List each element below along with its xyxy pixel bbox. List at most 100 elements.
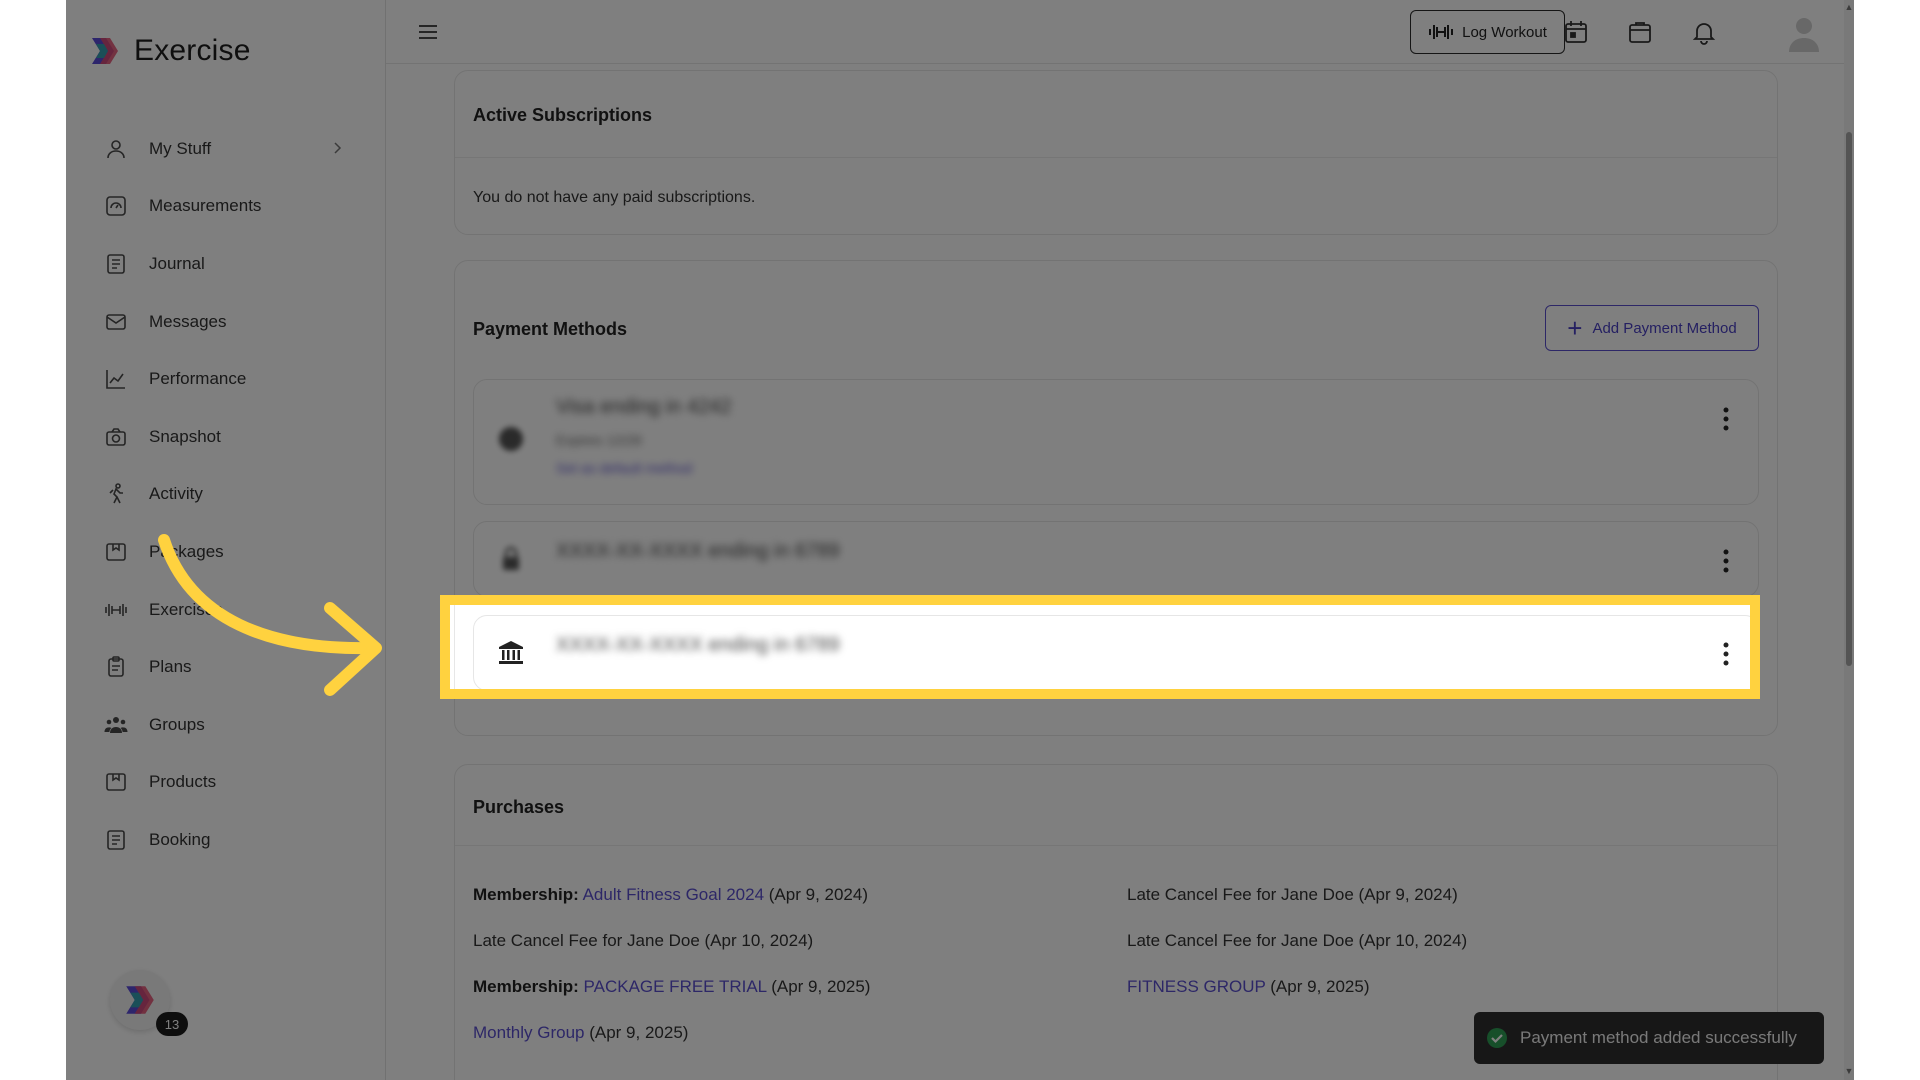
product-icon	[104, 770, 128, 794]
sidebar-item-activity[interactable]: Activity	[66, 466, 386, 524]
sidebar: Exercise My Stuff Measurements Journal M…	[66, 0, 386, 1080]
payment-method-item-new[interactable]: XXXX-XX-XXXX ending in 6789	[473, 615, 1759, 691]
add-payment-method-label: Add Payment Method	[1592, 319, 1737, 337]
group-icon	[104, 713, 128, 737]
camera-icon	[104, 425, 128, 449]
sidebar-item-label: Packages	[149, 541, 224, 561]
purchase-row: FITNESS GROUP (Apr 9, 2025)	[1127, 977, 1370, 997]
main-content: Active Subscriptions You do not have any…	[386, 64, 1846, 1080]
sidebar-item-packages[interactable]: Packages	[66, 523, 386, 581]
package-icon	[104, 540, 128, 564]
sidebar-item-label: Plans	[149, 657, 192, 677]
purchase-date: (Apr 9, 2025)	[766, 977, 871, 996]
payment-method-expiry: Expires 12/28	[556, 432, 642, 448]
sidebar-item-performance[interactable]: Performance	[66, 350, 386, 408]
purchase-prefix: Membership:	[473, 977, 579, 996]
dumbbell-icon	[1429, 25, 1454, 39]
mail-icon	[104, 310, 128, 334]
page-scrollbar[interactable]: ▲ ▼	[1844, 0, 1854, 1080]
card-title: Purchases	[473, 797, 565, 817]
active-subscriptions-card: Active Subscriptions You do not have any…	[454, 70, 1778, 235]
sidebar-item-products[interactable]: Products	[66, 754, 386, 812]
payment-methods-card: Payment Methods + Add Payment Method Vis…	[454, 260, 1778, 736]
purchase-date: (Apr 9, 2025)	[584, 1023, 689, 1042]
empty-subscriptions-text: You do not have any paid subscriptions.	[473, 189, 756, 206]
user-avatar-icon[interactable]	[1784, 12, 1824, 52]
payment-method-title: Visa ending in 4242	[556, 396, 732, 418]
store-bag-icon[interactable]	[1627, 19, 1653, 45]
payment-method-item[interactable]: XXXX-XX-XXXX ending in 6789	[473, 521, 1759, 597]
chart-icon	[104, 367, 128, 391]
sidebar-item-label: Activity	[149, 484, 203, 504]
sidebar-item-label: Measurements	[149, 196, 262, 216]
sidebar-item-groups[interactable]: Groups	[66, 696, 386, 754]
chevron-right-icon	[330, 141, 344, 155]
purchase-prefix: Membership:	[473, 885, 579, 904]
card-title: Active Subscriptions	[473, 105, 653, 125]
sidebar-item-label: My Stuff	[149, 138, 212, 158]
payment-method-item[interactable]: Visa ending in 4242 Expires 12/28 Set as…	[473, 379, 1759, 505]
sidebar-item-label: Groups	[149, 714, 205, 734]
sidebar-item-snapshot[interactable]: Snapshot	[66, 408, 386, 466]
sidebar-item-messages[interactable]: Messages	[66, 293, 386, 351]
purchase-row: Late Cancel Fee for Jane Doe (Apr 10, 20…	[473, 931, 813, 951]
clipboard-icon	[104, 655, 128, 679]
log-workout-button[interactable]: Log Workout	[1410, 10, 1565, 54]
purchase-text: Late Cancel Fee for Jane Doe (Apr 10, 20…	[473, 931, 814, 950]
sidebar-item-journal[interactable]: Journal	[66, 235, 386, 293]
app-window: Exercise My Stuff Measurements Journal M…	[66, 0, 1854, 1080]
sidebar-item-label: Messages	[149, 311, 227, 331]
brand[interactable]: Exercise	[88, 34, 251, 68]
booking-icon	[104, 828, 128, 852]
sidebar-item-booking[interactable]: Booking	[66, 811, 386, 869]
purchase-row: Membership: PACKAGE FREE TRIAL (Apr 9, 2…	[473, 977, 870, 997]
add-payment-method-button[interactable]: + Add Payment Method	[1545, 305, 1759, 351]
log-workout-label: Log Workout	[1462, 23, 1547, 41]
brand-logo-icon	[126, 986, 154, 1014]
sidebar-item-label: Exercises	[149, 599, 223, 619]
sidebar-item-exercises[interactable]: Exercises	[66, 581, 386, 639]
calendar-icon[interactable]	[1563, 19, 1589, 45]
scrollbar-thumb[interactable]	[1846, 132, 1852, 666]
sidebar-item-plans[interactable]: Plans	[66, 638, 386, 696]
sidebar-item-measurements[interactable]: Measurements	[66, 178, 386, 236]
purchase-row: Monthly Group (Apr 9, 2025)	[473, 1023, 688, 1043]
sidebar-nav: My Stuff Measurements Journal Messages P…	[66, 120, 386, 869]
purchase-text: Late Cancel Fee for Jane Doe (Apr 10, 20…	[1127, 931, 1468, 950]
plus-icon: +	[1567, 313, 1583, 343]
sidebar-item-label: Journal	[149, 253, 205, 273]
check-circle-icon	[1487, 1028, 1507, 1048]
purchase-link[interactable]: Adult Fitness Goal 2024	[583, 885, 764, 904]
sidebar-item-my-stuff[interactable]: My Stuff	[66, 120, 386, 178]
purchase-row: Late Cancel Fee for Jane Doe (Apr 9, 202…	[1127, 885, 1458, 905]
lock-icon	[496, 544, 526, 574]
brand-logo-icon	[92, 38, 118, 64]
purchase-link[interactable]: Monthly Group	[473, 1023, 585, 1042]
purchase-row: Late Cancel Fee for Jane Doe (Apr 10, 20…	[1127, 931, 1467, 951]
notification-count-badge: 13	[156, 1012, 188, 1036]
more-options-icon[interactable]	[1722, 406, 1730, 432]
toast-message: Payment method added successfully	[1520, 1028, 1797, 1047]
purchase-row: Membership: Adult Fitness Goal 2024 (Apr…	[473, 885, 868, 905]
payment-method-title: XXXX-XX-XXXX ending in 6789	[556, 540, 840, 562]
journal-icon	[104, 252, 128, 276]
hamburger-menu-icon[interactable]	[416, 20, 440, 44]
purchase-link[interactable]: PACKAGE FREE TRIAL	[584, 977, 767, 996]
scroll-up-arrow-icon[interactable]: ▲	[1844, 2, 1854, 12]
purchase-text: Late Cancel Fee for Jane Doe (Apr 9, 202…	[1127, 885, 1458, 904]
sidebar-item-label: Products	[149, 772, 217, 792]
bank-icon	[496, 638, 526, 668]
scroll-down-arrow-icon[interactable]: ▼	[1844, 1066, 1854, 1076]
purchase-date: (Apr 9, 2024)	[764, 885, 868, 904]
set-default-link[interactable]: Set as default method	[556, 460, 692, 476]
more-options-icon[interactable]	[1722, 641, 1730, 667]
success-toast: Payment method added successfully	[1474, 1012, 1824, 1064]
bell-icon[interactable]	[1691, 19, 1717, 45]
more-options-icon[interactable]	[1722, 548, 1730, 574]
purchase-link[interactable]: FITNESS GROUP	[1127, 977, 1266, 996]
payment-method-title: XXXX-XX-XXXX ending in 6789	[556, 634, 840, 656]
brand-name: Exercise	[134, 34, 251, 67]
topbar: Log Workout	[386, 0, 1854, 64]
card-title: Payment Methods	[473, 319, 628, 339]
sidebar-item-label: Performance	[149, 369, 247, 389]
